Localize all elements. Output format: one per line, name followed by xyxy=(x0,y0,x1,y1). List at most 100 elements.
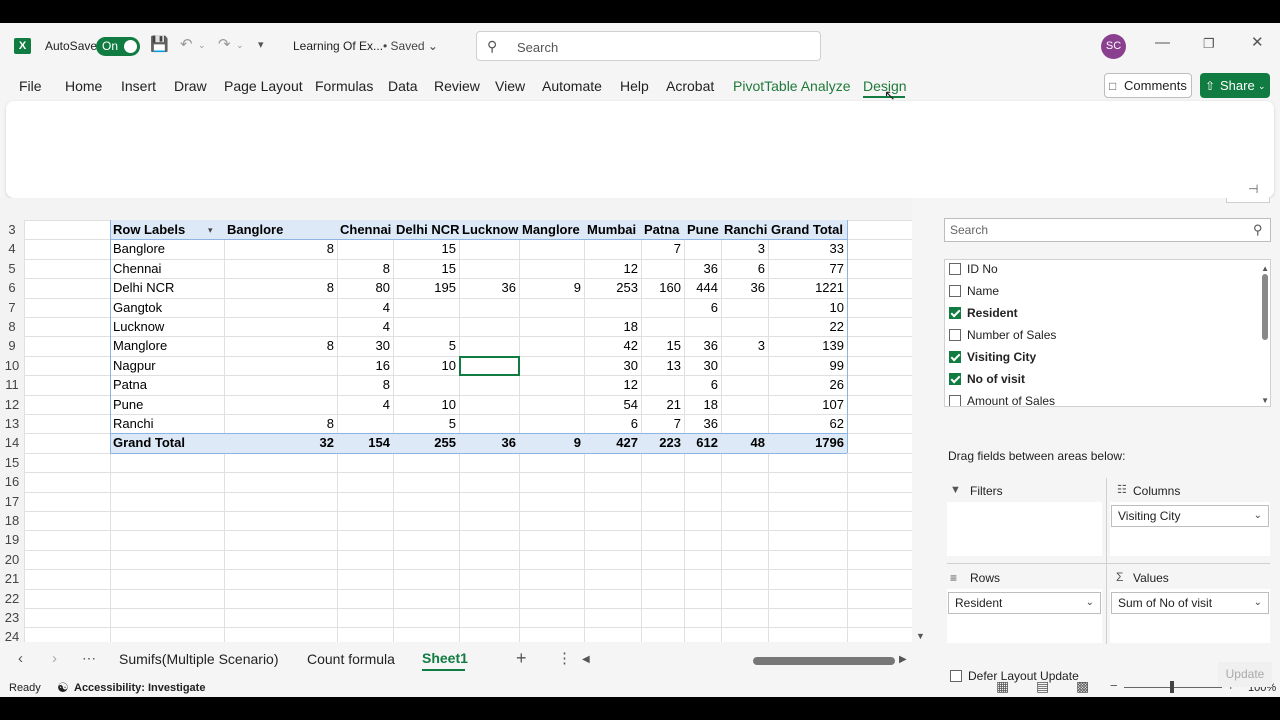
table-cell[interactable] xyxy=(224,317,337,336)
table-cell[interactable]: 15 xyxy=(393,259,459,278)
horizontal-scroll-thumb[interactable] xyxy=(753,657,895,665)
table-cell[interactable] xyxy=(459,375,519,394)
values-field-dropdown[interactable]: Sum of No of visit ⌄ xyxy=(1111,592,1269,614)
save-icon[interactable]: 💾 xyxy=(150,37,169,53)
pivot-header-cell[interactable]: Row Labels xyxy=(110,220,224,239)
pivot-header-cell[interactable]: Mumbai xyxy=(584,220,641,239)
tab-review[interactable]: Review xyxy=(434,78,480,94)
row-number[interactable]: 22 xyxy=(0,588,24,608)
row-number[interactable]: 10 xyxy=(0,355,24,376)
accessibility-status[interactable]: Accessibility: Investigate xyxy=(74,682,205,694)
table-cell[interactable]: 10 xyxy=(768,298,847,317)
table-cell[interactable] xyxy=(459,259,519,278)
sheet-tab-sumifs[interactable]: Sumifs(Multiple Scenario) xyxy=(119,651,279,667)
grand-total-cell[interactable]: 427 xyxy=(584,433,641,452)
grand-total-cell[interactable]: 223 xyxy=(641,433,684,452)
table-cell[interactable]: 36 xyxy=(684,414,721,433)
row-number[interactable]: 20 xyxy=(0,549,24,570)
table-cell[interactable]: 13 xyxy=(641,356,684,375)
pivot-header-cell[interactable]: Patna xyxy=(641,220,684,239)
table-cell[interactable]: 42 xyxy=(584,336,641,355)
field-item[interactable]: Resident xyxy=(949,306,1018,320)
filters-drop-area[interactable] xyxy=(947,502,1102,556)
table-cell[interactable]: 80 xyxy=(337,278,393,297)
tab-view[interactable]: View xyxy=(495,78,525,94)
row-number[interactable]: 13 xyxy=(0,414,24,434)
tab-page-layout[interactable]: Page Layout xyxy=(224,78,303,94)
table-cell[interactable]: 77 xyxy=(768,259,847,278)
table-cell[interactable] xyxy=(224,356,337,375)
restore-icon[interactable]: ❐ xyxy=(1203,36,1215,52)
table-cell[interactable]: Patna xyxy=(110,375,224,394)
field-checkbox[interactable] xyxy=(949,329,961,341)
tab-data[interactable]: Data xyxy=(388,78,418,94)
table-cell[interactable] xyxy=(519,414,584,433)
pivot-header-cell[interactable]: Manglore xyxy=(519,220,584,239)
user-avatar[interactable]: SC xyxy=(1101,34,1126,59)
row-number[interactable]: 14 xyxy=(0,433,24,453)
table-cell[interactable] xyxy=(393,375,459,394)
table-cell[interactable]: 6 xyxy=(584,414,641,433)
row-number[interactable]: 24 xyxy=(0,627,24,642)
minimize-icon[interactable]: — xyxy=(1155,35,1170,51)
table-cell[interactable]: Gangtok xyxy=(110,298,224,317)
table-cell[interactable]: 62 xyxy=(768,414,847,433)
row-number[interactable]: 3 xyxy=(0,220,24,240)
table-cell[interactable] xyxy=(224,259,337,278)
field-checkbox[interactable] xyxy=(949,373,961,385)
table-cell[interactable] xyxy=(721,375,768,394)
table-cell[interactable]: 107 xyxy=(768,395,847,414)
table-cell[interactable] xyxy=(519,356,584,375)
table-cell[interactable] xyxy=(519,375,584,394)
defer-layout-checkbox[interactable]: Defer Layout Update xyxy=(950,669,1079,683)
table-cell[interactable]: 10 xyxy=(393,356,459,375)
table-cell[interactable]: 8 xyxy=(224,239,337,258)
table-cell[interactable] xyxy=(721,414,768,433)
table-cell[interactable]: 7 xyxy=(641,414,684,433)
table-cell[interactable]: 3 xyxy=(721,336,768,355)
table-cell[interactable] xyxy=(337,414,393,433)
field-checkbox[interactable] xyxy=(949,351,961,363)
tab-home[interactable]: Home xyxy=(65,78,102,94)
redo-icon[interactable]: ↷ xyxy=(218,37,231,53)
spreadsheet-grid[interactable]: 345678910111213141516171819202122232425R… xyxy=(0,198,912,642)
table-cell[interactable]: 6 xyxy=(721,259,768,278)
grand-total-cell[interactable]: 9 xyxy=(519,433,584,452)
table-cell[interactable]: 30 xyxy=(337,336,393,355)
grand-total-cell[interactable]: 1796 xyxy=(768,433,847,452)
table-cell[interactable] xyxy=(519,259,584,278)
table-cell[interactable] xyxy=(721,356,768,375)
table-cell[interactable] xyxy=(393,317,459,336)
table-cell[interactable] xyxy=(224,375,337,394)
table-cell[interactable]: 139 xyxy=(768,336,847,355)
table-cell[interactable]: 21 xyxy=(641,395,684,414)
pivot-header-cell[interactable]: Chennai xyxy=(337,220,393,239)
grand-total-cell[interactable]: 36 xyxy=(459,433,519,452)
table-cell[interactable] xyxy=(684,239,721,258)
customize-qat-icon[interactable]: ▾ xyxy=(258,37,264,53)
field-checkbox[interactable] xyxy=(949,285,961,297)
table-cell[interactable] xyxy=(224,298,337,317)
tab-formulas[interactable]: Formulas xyxy=(315,78,373,94)
row-number[interactable]: 8 xyxy=(0,317,24,337)
sheet-tab-count-formula[interactable]: Count formula xyxy=(307,651,395,667)
row-number[interactable]: 23 xyxy=(0,608,24,628)
field-checkbox[interactable] xyxy=(949,395,961,406)
table-cell[interactable] xyxy=(459,298,519,317)
table-cell[interactable]: 5 xyxy=(393,414,459,433)
tab-pivottable-analyze[interactable]: PivotTable Analyze xyxy=(733,78,851,94)
table-cell[interactable]: 444 xyxy=(684,278,721,297)
table-cell[interactable]: 7 xyxy=(641,239,684,258)
field-checkbox[interactable] xyxy=(949,263,961,275)
scroll-right-icon[interactable]: ▶ xyxy=(899,652,907,668)
row-number[interactable]: 18 xyxy=(0,511,24,531)
table-cell[interactable]: 3 xyxy=(721,239,768,258)
table-cell[interactable] xyxy=(459,395,519,414)
table-cell[interactable]: Ranchi xyxy=(110,414,224,433)
field-checkbox[interactable] xyxy=(949,307,961,319)
pivot-header-cell[interactable]: Grand Total xyxy=(768,220,847,239)
table-cell[interactable]: Banglore xyxy=(110,239,224,258)
pane-tool-button[interactable] xyxy=(1226,198,1270,203)
grand-total-cell[interactable]: 48 xyxy=(721,433,768,452)
row-number[interactable]: 11 xyxy=(0,375,24,395)
